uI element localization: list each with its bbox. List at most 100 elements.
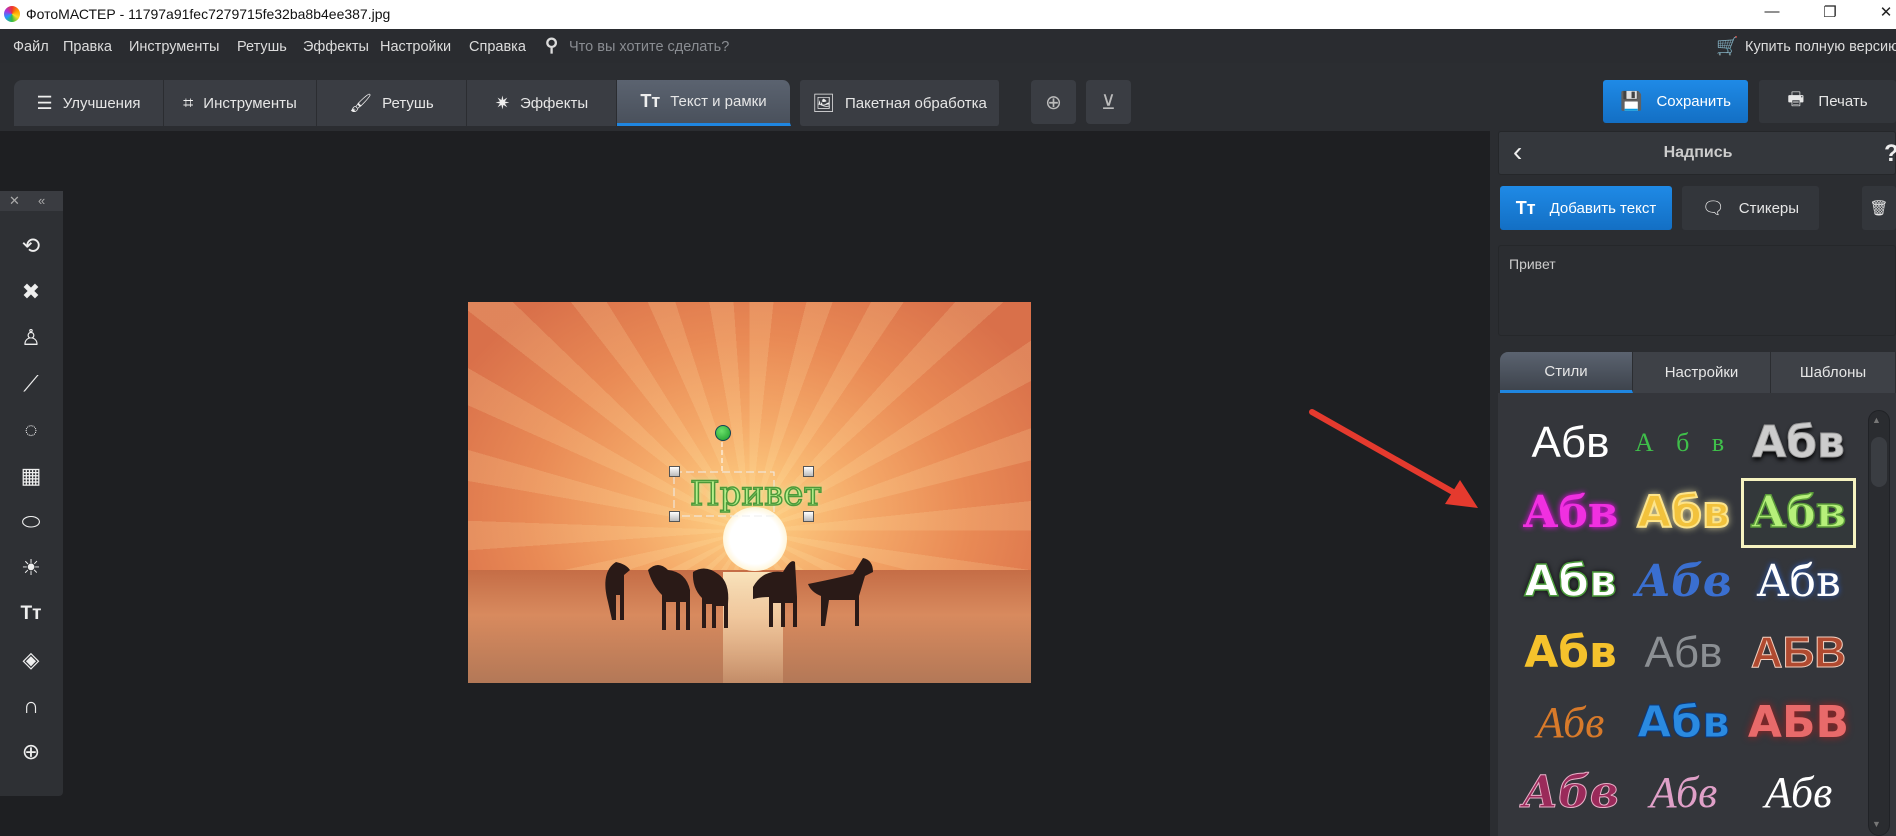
style-preset[interactable]: Абв: [1741, 478, 1856, 548]
tab-effects[interactable]: ✷ Эффекты: [467, 80, 617, 126]
style-preset[interactable]: А б в: [1626, 408, 1741, 478]
gradient-filter-icon[interactable]: ▦: [14, 461, 48, 491]
style-preset[interactable]: Абв: [1513, 547, 1628, 617]
style-preset[interactable]: Абв: [1513, 758, 1628, 828]
tab-label: Эффекты: [519, 94, 589, 112]
maximize-button[interactable]: ❐: [1810, 3, 1850, 25]
left-tool-panel: ✕ « ⟲ ✖ ♙ ⟋ ◌ ▦ ⬭ ☀ Tт ◈ ∩ ⊕: [0, 191, 63, 796]
radial-selection-icon[interactable]: ◌: [14, 415, 48, 445]
text-icon: Tт: [640, 91, 661, 111]
tab-enhancements[interactable]: ☰ Улучшения: [14, 80, 164, 126]
hair-icon[interactable]: ∩: [14, 691, 48, 721]
style-preset[interactable]: Абв: [1626, 758, 1741, 828]
close-button[interactable]: ✕: [1866, 3, 1896, 25]
tab-styles[interactable]: Стили: [1500, 352, 1633, 393]
delete-button[interactable]: 🗑: [1862, 186, 1896, 230]
collapse-icon[interactable]: «: [38, 193, 45, 208]
resize-handle-bl[interactable]: [669, 511, 680, 522]
print-label: Печать: [1818, 93, 1868, 110]
scroll-up-icon[interactable]: ▲: [1872, 415, 1881, 425]
text-tool-icon[interactable]: Tт: [14, 599, 48, 629]
speech-bubble-icon: 🗨: [1701, 197, 1725, 218]
menu-file[interactable]: Файл: [13, 39, 49, 55]
tab-retouch[interactable]: 🖌 Ретушь: [317, 80, 467, 126]
title-bar: ФотоМАСТЕР - 11797a91fec7279715fe32ba8b4…: [0, 0, 1896, 29]
brush-icon: 🖌: [349, 92, 373, 113]
tab-settings[interactable]: Настройки: [1633, 352, 1771, 393]
style-preset[interactable]: Абв: [1513, 618, 1628, 688]
cart-icon: 🛒: [1716, 36, 1739, 56]
add-preset-button[interactable]: ⊕: [1031, 80, 1076, 124]
brush-icon[interactable]: ⟋: [14, 369, 48, 399]
canvas-text-overlay[interactable]: Привет: [689, 473, 823, 515]
crop-icon: ⌗: [183, 92, 194, 113]
style-preset[interactable]: Абв: [1626, 618, 1741, 688]
style-preset[interactable]: Абв: [1626, 547, 1741, 617]
minimize-button[interactable]: —: [1752, 3, 1792, 25]
stickers-label: Стикеры: [1738, 199, 1800, 217]
tab-label: Текст и рамки: [670, 93, 767, 110]
rotate-handle[interactable]: [715, 425, 731, 441]
menu-tools[interactable]: Инструменты: [129, 39, 219, 55]
buy-full-version-link[interactable]: Купить полную версию: [1745, 39, 1896, 55]
rotate-crop-icon[interactable]: ⟲: [14, 231, 48, 261]
menu-retouch[interactable]: Ретушь: [237, 39, 287, 55]
style-preset[interactable]: Абв: [1626, 688, 1741, 758]
app-logo-icon: [4, 6, 20, 22]
resize-handle-tl[interactable]: [669, 466, 680, 477]
stamp-icon[interactable]: ♙: [14, 323, 48, 353]
tab-tools[interactable]: ⌗ Инструменты: [164, 80, 317, 126]
load-preset-button[interactable]: ⊻: [1086, 80, 1131, 124]
style-preset[interactable]: Абв: [1513, 478, 1628, 548]
panel-title: Надпись: [1663, 144, 1733, 161]
style-preset[interactable]: АБВ: [1741, 688, 1856, 758]
tab-text-frames[interactable]: Tт Текст и рамки: [617, 80, 791, 126]
style-preset[interactable]: Абв: [1741, 408, 1856, 478]
vignette-icon[interactable]: ⬭: [14, 507, 48, 537]
magic-wand-icon: ✷: [494, 92, 510, 113]
scrollbar-thumb[interactable]: [1871, 437, 1887, 487]
tab-templates[interactable]: Шаблоны: [1771, 352, 1896, 393]
paint-bucket-icon[interactable]: ◈: [14, 645, 48, 675]
help-button[interactable]: ?: [1884, 140, 1896, 168]
styles-scrollbar[interactable]: ▲ ▼: [1868, 410, 1890, 836]
tab-label: Инструменты: [203, 94, 297, 112]
print-button[interactable]: 🖶 Печать: [1759, 80, 1896, 123]
style-preset[interactable]: АБВ: [1741, 618, 1856, 688]
batch-processing-button[interactable]: 🖼 Пакетная обработка: [800, 80, 1000, 126]
face-icon[interactable]: ⊕: [14, 737, 48, 767]
style-preset[interactable]: Абв: [1513, 688, 1628, 758]
images-icon: 🖼: [812, 92, 836, 113]
close-icon[interactable]: ✕: [9, 193, 20, 209]
menu-help[interactable]: Справка: [469, 39, 526, 55]
floppy-icon: 💾: [1620, 91, 1643, 111]
tab-label: Улучшения: [62, 94, 141, 112]
add-text-label: Добавить текст: [1549, 199, 1657, 217]
style-preset[interactable]: Абв: [1741, 547, 1856, 617]
search-icon: ⚲: [545, 35, 559, 55]
menu-settings[interactable]: Настройки: [380, 39, 451, 55]
main-toolbar: ☰ Улучшения ⌗ Инструменты 🖌 Ретушь ✷ Эффекты…: [0, 63, 1896, 131]
bandage-icon[interactable]: ✖: [14, 277, 48, 307]
text-input[interactable]: Привет: [1498, 245, 1896, 336]
search-input[interactable]: Что вы хотите сделать?: [569, 39, 729, 55]
save-button[interactable]: 💾 Сохранить: [1603, 80, 1748, 123]
window-title: ФотоМАСТЕР - 11797a91fec7279715fe32ba8b4…: [26, 6, 391, 22]
scroll-down-icon[interactable]: ▼: [1872, 819, 1881, 829]
save-label: Сохранить: [1656, 93, 1731, 110]
menu-effects[interactable]: Эффекты: [303, 39, 369, 55]
red-arrow-annotation: [1309, 409, 1478, 508]
tab-label: Ретушь: [382, 94, 434, 112]
menu-edit[interactable]: Правка: [63, 39, 112, 55]
sliders-icon: ☰: [36, 92, 53, 113]
trash-icon: 🗑: [1869, 200, 1889, 217]
light-icon[interactable]: ☀: [14, 553, 48, 583]
add-text-button[interactable]: Tт Добавить текст: [1500, 186, 1672, 230]
sliders-download-icon: ⊻: [1101, 91, 1116, 114]
stickers-button[interactable]: 🗨 Стикеры: [1682, 186, 1819, 230]
style-preset[interactable]: Абв: [1626, 478, 1741, 548]
style-preset[interactable]: Абв: [1741, 758, 1856, 828]
menu-bar: Файл Правка Инструменты Ретушь Эффекты Н…: [0, 29, 1896, 63]
style-preset[interactable]: Абв: [1513, 408, 1628, 478]
text-icon: Tт: [1515, 197, 1536, 218]
